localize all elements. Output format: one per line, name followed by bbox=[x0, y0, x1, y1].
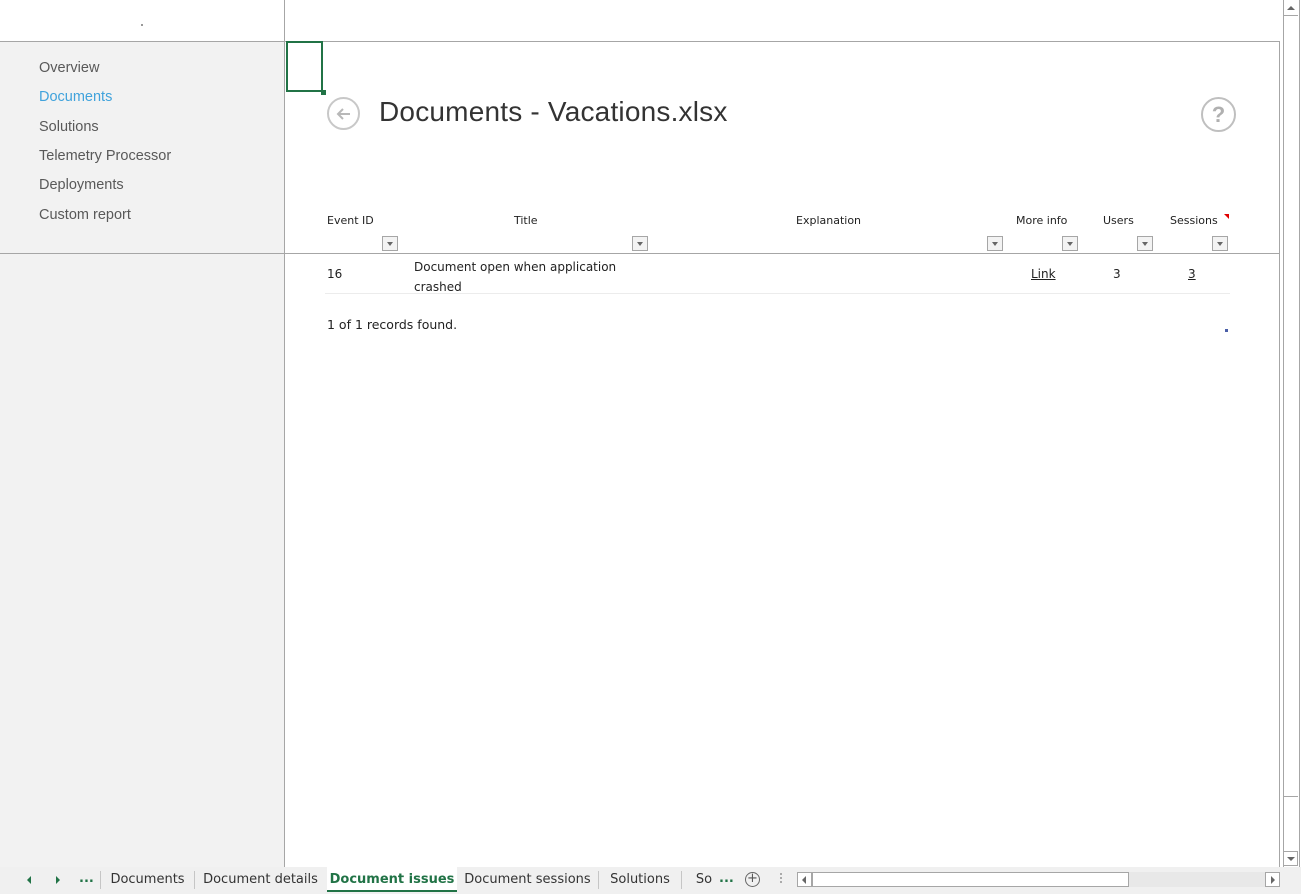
sidebar-item-telemetry-processor[interactable]: Telemetry Processor bbox=[39, 148, 171, 164]
filter-dropdown-explanation[interactable] bbox=[987, 236, 1003, 251]
next-sheet-button[interactable] bbox=[56, 874, 66, 886]
cell-title: Document open when application crashed bbox=[414, 260, 617, 294]
sidebar-item-solutions[interactable]: Solutions bbox=[39, 119, 99, 135]
cell-users: 3 bbox=[1113, 267, 1121, 281]
comment-indicator bbox=[1224, 214, 1229, 219]
records-found-status: 1 of 1 records found. bbox=[327, 317, 458, 332]
sidebar bbox=[0, 41, 285, 867]
sessions-link[interactable]: 3 bbox=[1188, 267, 1196, 281]
page-title: Documents - Vacations.xlsx bbox=[379, 96, 728, 127]
sidebar-item-custom-report[interactable]: Custom report bbox=[39, 207, 131, 223]
add-sheet-button[interactable]: + bbox=[745, 872, 760, 887]
filter-dropdown-event-id[interactable] bbox=[382, 236, 398, 251]
column-header-title: Title bbox=[514, 214, 538, 227]
tab-split-handle[interactable] bbox=[780, 873, 782, 887]
column-header-more-info: More info bbox=[1016, 214, 1068, 227]
tab-divider bbox=[681, 871, 682, 889]
column-header-users: Users bbox=[1103, 214, 1134, 227]
fill-handle[interactable] bbox=[321, 90, 326, 95]
back-button[interactable] bbox=[327, 97, 360, 130]
scroll-down-arrow-icon[interactable] bbox=[1283, 851, 1298, 866]
sidebar-item-deployments[interactable]: Deployments bbox=[39, 177, 124, 193]
scroll-left-arrow-icon[interactable] bbox=[797, 872, 812, 887]
question-icon: ? bbox=[1211, 102, 1226, 127]
scroll-up-arrow-icon[interactable] bbox=[1284, 1, 1298, 16]
filter-dropdown-more-info[interactable] bbox=[1062, 236, 1078, 251]
column-header-event-id: Event ID bbox=[327, 214, 374, 227]
tab-document-issues[interactable]: Document issues bbox=[327, 867, 457, 892]
more-info-link[interactable]: Link bbox=[1031, 267, 1056, 281]
row-divider bbox=[325, 293, 1230, 294]
grid-line bbox=[1279, 41, 1280, 867]
tab-document-sessions[interactable]: Document sessions bbox=[458, 867, 597, 893]
tab-so-truncated[interactable]: So bbox=[690, 867, 718, 893]
column-header-sessions: Sessions bbox=[1170, 214, 1218, 227]
triangle-left-icon bbox=[27, 876, 31, 884]
more-sheets-right-button[interactable]: ... bbox=[719, 871, 734, 886]
filter-dropdown-title[interactable] bbox=[632, 236, 648, 251]
more-sheets-left-button[interactable]: ... bbox=[79, 871, 94, 886]
horizontal-scroll-thumb[interactable] bbox=[812, 872, 1129, 887]
triangle-right-icon bbox=[56, 876, 60, 884]
previous-sheet-button[interactable] bbox=[27, 874, 37, 886]
help-button[interactable]: ? bbox=[1201, 97, 1236, 132]
selected-cell[interactable] bbox=[286, 41, 323, 92]
grid-line bbox=[285, 41, 1280, 42]
cell-event-id: 16 bbox=[327, 267, 343, 281]
vertical-scroll-thumb[interactable] bbox=[1284, 16, 1298, 797]
sidebar-item-overview[interactable]: Overview bbox=[39, 60, 99, 76]
table-resize-handle[interactable] bbox=[1225, 329, 1228, 332]
scroll-right-arrow-icon[interactable] bbox=[1265, 872, 1280, 887]
filter-dropdown-users[interactable] bbox=[1137, 236, 1153, 251]
arrow-left-icon bbox=[336, 108, 350, 120]
header-separator bbox=[0, 253, 1280, 254]
formula-area bbox=[0, 0, 1283, 41]
tab-documents[interactable]: Documents bbox=[101, 867, 194, 893]
sidebar-item-documents[interactable]: Documents bbox=[39, 89, 112, 105]
column-header-explanation: Explanation bbox=[796, 214, 862, 227]
filter-dropdown-sessions[interactable] bbox=[1212, 236, 1228, 251]
decorative-dot bbox=[141, 24, 143, 26]
tab-document-details[interactable]: Document details bbox=[195, 867, 326, 893]
tab-solutions[interactable]: Solutions bbox=[599, 867, 681, 893]
column-divider bbox=[284, 0, 285, 41]
